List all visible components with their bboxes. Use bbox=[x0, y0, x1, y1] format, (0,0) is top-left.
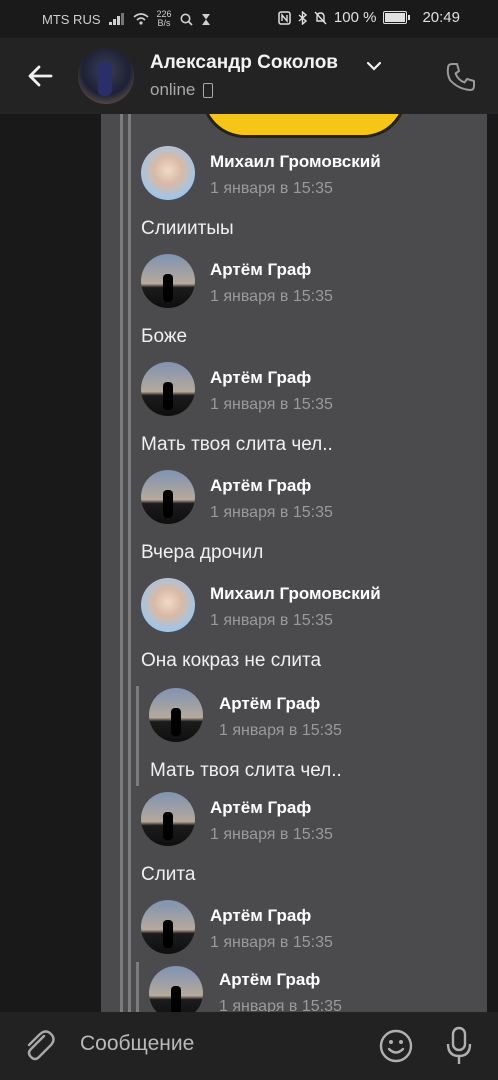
network-speed: 226 B/s bbox=[157, 10, 172, 28]
nested-quote-line bbox=[136, 962, 139, 1012]
message-time: 1 января в 15:35 bbox=[210, 826, 333, 843]
author-name[interactable]: Артём Граф bbox=[210, 260, 311, 280]
contact-status: online bbox=[150, 80, 214, 100]
message-text: Боже bbox=[141, 326, 188, 347]
message-text: Слита bbox=[141, 864, 196, 885]
message-text: Мать твоя слита чел.. bbox=[150, 760, 342, 781]
contact-name[interactable]: Александр Соколов bbox=[150, 52, 338, 74]
author-name[interactable]: Артём Граф bbox=[210, 906, 311, 926]
hourglass-icon bbox=[201, 13, 210, 25]
message-input[interactable]: Сообщение bbox=[80, 1032, 194, 1056]
online-label: online bbox=[150, 80, 196, 99]
battery-icon bbox=[383, 11, 411, 24]
wifi-icon bbox=[132, 13, 149, 25]
message-text: Она кокраз не слита bbox=[141, 650, 322, 671]
avatar[interactable] bbox=[141, 900, 195, 954]
clock: 20:49 bbox=[422, 9, 460, 26]
chat-header: Александр Соколов online bbox=[0, 38, 498, 114]
status-left: MTS RUS 226 B/s bbox=[42, 10, 211, 28]
message-text: Мать твоя слита чел.. bbox=[141, 434, 333, 455]
message-time: 1 января в 15:35 bbox=[210, 396, 333, 413]
status-right: 100 % 20:49 bbox=[278, 9, 460, 26]
search-icon bbox=[180, 13, 193, 26]
chat-area[interactable]: Михаил Громовский 1 января в 15:35 Слиии… bbox=[0, 114, 498, 1012]
phone-call-icon[interactable] bbox=[444, 60, 478, 94]
avatar[interactable] bbox=[141, 470, 195, 524]
author-name[interactable]: Артём Граф bbox=[210, 798, 311, 818]
carrier-label: MTS RUS bbox=[42, 11, 101, 27]
contact-avatar[interactable] bbox=[78, 48, 134, 104]
message-time: 1 января в 15:35 bbox=[210, 934, 333, 951]
author-name[interactable]: Артём Граф bbox=[210, 368, 311, 388]
emoji-icon[interactable] bbox=[378, 1028, 414, 1064]
quote-line-inner bbox=[128, 114, 131, 1012]
author-name[interactable]: Михаил Громовский bbox=[210, 152, 381, 172]
avatar[interactable] bbox=[141, 254, 195, 308]
author-name[interactable]: Михаил Громовский bbox=[210, 584, 381, 604]
quote-line-outer bbox=[120, 114, 123, 1012]
message-time: 1 января в 15:35 bbox=[210, 504, 333, 521]
back-arrow-icon[interactable] bbox=[24, 60, 56, 92]
message-text: Вчера дрочил bbox=[141, 542, 264, 563]
mobile-device-icon bbox=[203, 82, 214, 98]
sticker-partial bbox=[201, 114, 407, 138]
author-name[interactable]: Артём Граф bbox=[219, 970, 320, 990]
mute-bell-icon bbox=[314, 11, 327, 24]
message-composer: Сообщение bbox=[0, 1012, 498, 1080]
speed-unit: B/s bbox=[157, 18, 171, 28]
signal-icon bbox=[108, 13, 124, 25]
avatar[interactable] bbox=[141, 362, 195, 416]
avatar[interactable] bbox=[149, 966, 203, 1012]
chevron-down-icon[interactable] bbox=[366, 60, 382, 72]
message-time: 1 января в 15:35 bbox=[210, 612, 333, 629]
status-bar: MTS RUS 226 B/s 100 % 20:49 bbox=[0, 0, 498, 38]
microphone-icon[interactable] bbox=[444, 1026, 474, 1066]
avatar[interactable] bbox=[149, 688, 203, 742]
message-time: 1 января в 15:35 bbox=[219, 722, 342, 739]
message-text: Слииитыы bbox=[141, 218, 234, 239]
forwarded-messages-bubble[interactable]: Михаил Громовский 1 января в 15:35 Слиии… bbox=[101, 114, 487, 1012]
paperclip-icon[interactable] bbox=[22, 1028, 56, 1064]
bluetooth-icon bbox=[298, 10, 307, 25]
author-name[interactable]: Артём Граф bbox=[210, 476, 311, 496]
battery-percent: 100 % bbox=[333, 9, 377, 26]
nested-quote-line bbox=[136, 686, 139, 786]
message-time: 1 января в 15:35 bbox=[210, 180, 333, 197]
avatar[interactable] bbox=[141, 146, 195, 200]
author-name[interactable]: Артём Граф bbox=[219, 694, 320, 714]
nfc-icon bbox=[278, 10, 291, 25]
message-time: 1 января в 15:35 bbox=[210, 288, 333, 305]
message-time: 1 января в 15:35 bbox=[219, 998, 342, 1012]
avatar[interactable] bbox=[141, 792, 195, 846]
avatar[interactable] bbox=[141, 578, 195, 632]
